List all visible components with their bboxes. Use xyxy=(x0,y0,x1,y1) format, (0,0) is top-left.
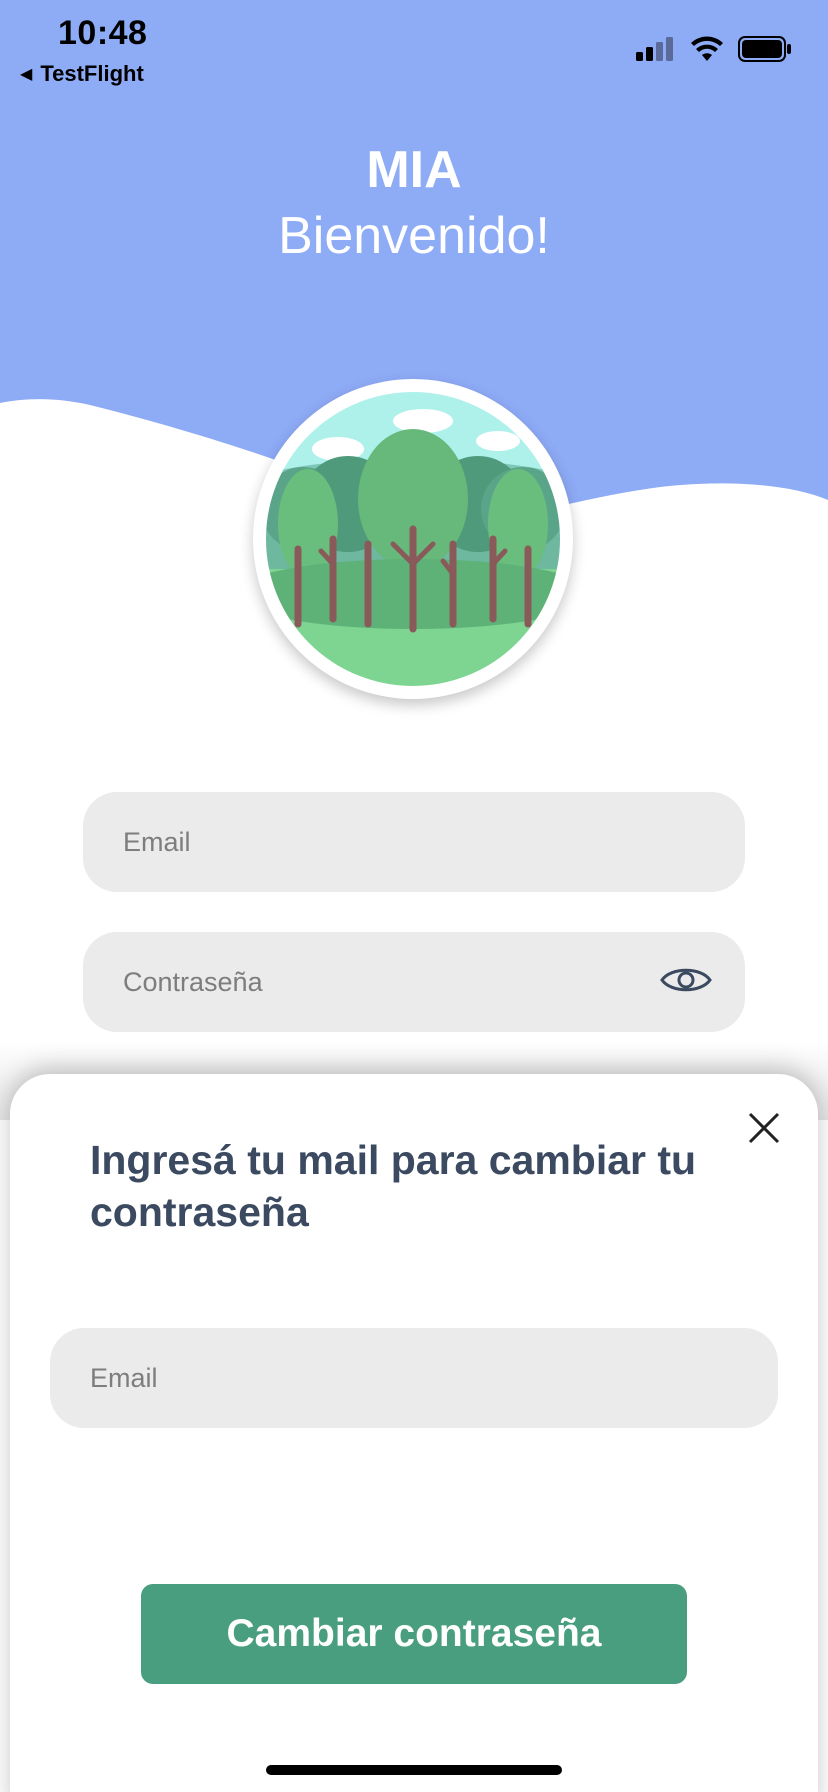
change-password-button[interactable]: Cambiar contraseña xyxy=(141,1584,687,1684)
home-indicator xyxy=(266,1765,562,1775)
eye-icon[interactable] xyxy=(659,960,713,1000)
reset-password-sheet: Ingresá tu mail para cambiar tu contrase… xyxy=(10,1074,818,1792)
back-to-app-link[interactable]: ◀ TestFlight xyxy=(20,61,144,87)
login-password-input[interactable]: Contraseña xyxy=(83,932,745,1032)
back-triangle-icon: ◀ xyxy=(20,66,33,83)
welcome-text: Bienvenido! xyxy=(278,207,550,265)
forest-illustration xyxy=(260,386,566,692)
login-email-input[interactable]: Email xyxy=(83,792,745,892)
back-app-label: TestFlight xyxy=(40,61,144,86)
reset-email-placeholder: Email xyxy=(90,1362,158,1393)
login-password-placeholder: Contraseña xyxy=(123,966,263,997)
cellular-signal-icon xyxy=(636,37,673,61)
battery-icon xyxy=(738,36,791,62)
reset-email-input[interactable]: Email xyxy=(50,1328,778,1428)
forest-logo xyxy=(253,379,573,699)
status-time: 10:48 xyxy=(58,14,148,52)
app-title: MIA xyxy=(366,141,462,199)
wifi-icon xyxy=(691,36,723,61)
login-email-placeholder: Email xyxy=(123,826,191,857)
status-bar: 10:48 ◀ TestFlight xyxy=(0,0,828,90)
status-icons xyxy=(636,36,792,62)
reset-sheet-title: Ingresá tu mail para cambiar tu contrase… xyxy=(90,1137,697,1235)
login-screen: 10:48 ◀ TestFlight MIA Bienvenido! Email… xyxy=(0,0,828,1792)
